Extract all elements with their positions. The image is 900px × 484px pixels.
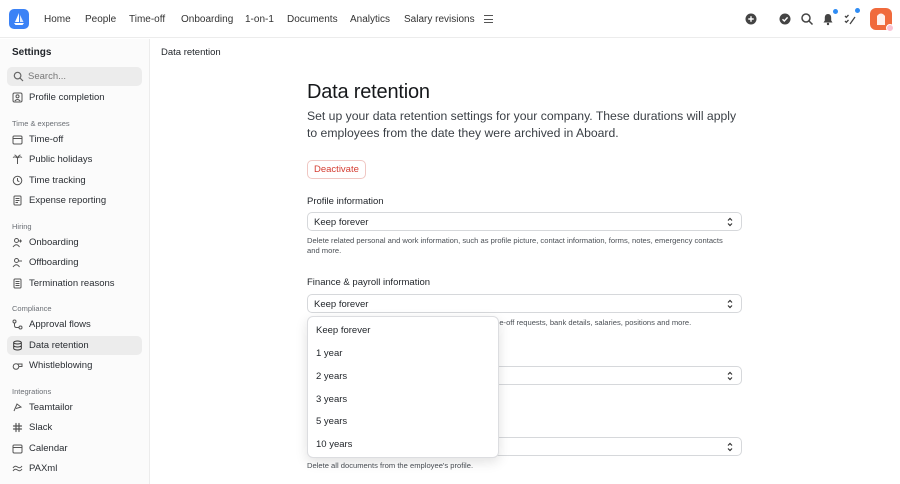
sidebar-group-time-expenses: Time & expenses	[12, 119, 70, 128]
calendar-icon	[12, 135, 23, 145]
sidebar-item-expense-reporting[interactable]: Expense reporting	[7, 191, 142, 210]
search-icon	[13, 71, 24, 82]
nav-more-menu[interactable]	[484, 0, 493, 38]
top-bar: Home People Time-off Onboarding 1-on-1 D…	[0, 0, 900, 38]
clock-icon	[12, 175, 23, 186]
search-icon[interactable]	[800, 12, 814, 26]
document-list-icon	[13, 278, 22, 289]
main-content: Data retention Data retention Set up you…	[151, 39, 900, 484]
teamtailor-icon	[13, 403, 23, 412]
slack-icon	[12, 422, 23, 433]
nav-documents[interactable]: Documents	[287, 0, 338, 38]
add-icon[interactable]	[744, 12, 758, 26]
profile-completion-icon	[12, 92, 23, 103]
profile-information-help: Delete related personal and work informa…	[307, 236, 723, 255]
tasks-icon[interactable]	[843, 12, 857, 26]
sidebar-title: Settings	[12, 47, 52, 58]
option-1-year[interactable]: 1 year	[316, 348, 342, 359]
user-remove-icon	[12, 258, 22, 268]
sidebar-item-termination-reasons[interactable]: Termination reasons	[7, 274, 142, 293]
sidebar-item-teamtailor[interactable]: Teamtailor	[7, 398, 142, 417]
settings-sidebar: Settings Search... Profile completion Ti…	[0, 39, 150, 484]
sidebar-item-approval-flows[interactable]: Approval flows	[7, 315, 142, 334]
retention-dropdown-menu: Keep forever 1 year 2 years 3 years 5 ye…	[307, 316, 499, 458]
sidebar-item-whistleblowing[interactable]: Whistleblowing	[7, 356, 142, 375]
nav-onboarding[interactable]: Onboarding	[181, 0, 233, 38]
chevron-up-down-icon	[727, 442, 733, 452]
option-3-years[interactable]: 3 years	[316, 394, 347, 405]
sidebar-item-paxml[interactable]: PAXml	[7, 459, 142, 478]
option-keep-forever[interactable]: Keep forever	[316, 325, 370, 336]
sidebar-item-offboarding[interactable]: Offboarding	[7, 253, 142, 272]
sidebar-item-onboarding[interactable]: Onboarding	[7, 233, 142, 252]
sidebar-item-slack[interactable]: Slack	[7, 418, 142, 437]
sidebar-group-compliance: Compliance	[12, 304, 52, 313]
sidebar-group-integrations: Integrations	[12, 387, 52, 396]
deactivate-button[interactable]: Deactivate	[307, 160, 366, 179]
notification-dot	[833, 9, 838, 14]
sidebar-item-time-off[interactable]: Time-off	[7, 130, 142, 149]
page-subtitle: Set up your data retention settings for …	[307, 109, 737, 140]
option-10-years[interactable]: 10 years	[316, 439, 352, 450]
nav-analytics[interactable]: Analytics	[350, 0, 390, 38]
finance-payroll-label: Finance & payroll information	[307, 277, 431, 288]
logo-icon	[14, 13, 24, 25]
chevron-up-down-icon	[727, 217, 733, 227]
receipt-icon	[13, 195, 22, 206]
flow-icon	[12, 319, 23, 330]
option-5-years[interactable]: 5 years	[316, 416, 347, 427]
sidebar-group-hiring: Hiring	[12, 222, 32, 231]
search-placeholder: Search...	[28, 71, 67, 82]
sidebar-item-public-holidays[interactable]: Public holidays	[7, 150, 142, 169]
sidebar-item-data-retention[interactable]: Data retention	[7, 336, 142, 355]
app-logo[interactable]	[9, 9, 29, 29]
tasks-notification-dot	[855, 8, 860, 13]
sidebar-item-calendar[interactable]: Calendar	[7, 439, 142, 458]
select-value: Keep forever	[314, 217, 369, 228]
page-title: Data retention	[307, 81, 430, 103]
documents-help: Delete all documents from the employee's…	[307, 461, 474, 470]
menu-icon	[484, 15, 493, 23]
nav-home[interactable]: Home	[44, 0, 71, 38]
profile-information-label: Profile information	[307, 196, 384, 207]
paxml-icon	[12, 465, 23, 472]
nav-salary-revisions[interactable]: Salary revisions	[404, 0, 475, 38]
whistle-icon	[12, 363, 23, 370]
calendar-icon	[12, 444, 23, 454]
palm-tree-icon	[12, 154, 23, 164]
nav-people[interactable]: People	[85, 0, 116, 38]
profile-information-select[interactable]: Keep forever	[307, 212, 742, 231]
chevron-up-down-icon	[727, 371, 733, 381]
user-add-icon	[12, 238, 22, 248]
sidebar-item-time-tracking[interactable]: Time tracking	[7, 171, 142, 190]
breadcrumb: Data retention	[161, 47, 221, 58]
option-2-years[interactable]: 2 years	[316, 371, 347, 382]
user-avatar[interactable]	[870, 8, 894, 32]
database-icon	[13, 340, 22, 351]
sidebar-item-profile-completion[interactable]: Profile completion	[7, 88, 142, 107]
sidebar-search-input[interactable]: Search...	[7, 67, 142, 86]
finance-payroll-select[interactable]: Keep forever	[307, 294, 742, 313]
nav-time-off[interactable]: Time-off	[129, 0, 165, 38]
chevron-up-down-icon	[727, 299, 733, 309]
finance-payroll-help: me-off requests, bank details, salaries,…	[493, 318, 692, 327]
select-value: Keep forever	[314, 299, 369, 310]
check-circle-icon[interactable]	[778, 12, 792, 26]
nav-1-on-1[interactable]: 1-on-1	[245, 0, 274, 38]
avatar-status-badge	[886, 24, 894, 32]
bell-icon[interactable]	[821, 12, 835, 26]
